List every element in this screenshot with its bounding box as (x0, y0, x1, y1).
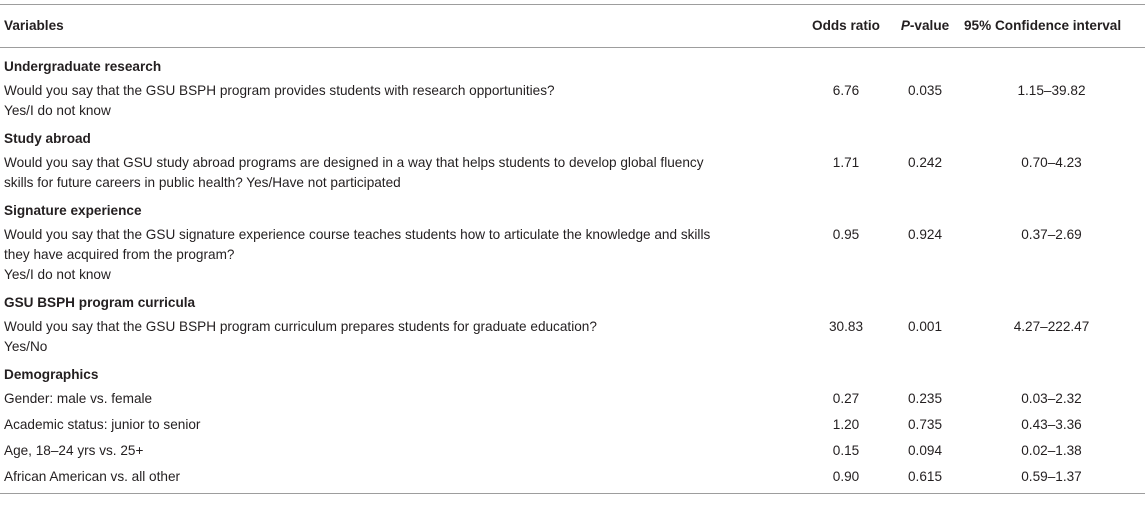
variable-cell: Would you say that the GSU signature exp… (0, 222, 800, 288)
table-row: Gender: male vs. female 0.27 0.235 0.03–2.3… (0, 386, 1145, 412)
odds-ratio-cell: 0.95 (832, 227, 860, 242)
variable-text-line: skills for future careers in public heal… (4, 175, 401, 190)
section-header-row: Signature experience (0, 196, 1145, 222)
section-title: Signature experience (4, 203, 142, 218)
section-title: Demographics (4, 367, 99, 382)
variable-text-line: Would you say that the GSU BSPH program … (4, 319, 597, 334)
confidence-interval-cell: 1.15–39.82 (1017, 83, 1086, 98)
confidence-interval-cell: 0.70–4.23 (1021, 155, 1082, 170)
variable-cell: Gender: male vs. female (0, 386, 800, 412)
header-p-value: P-value (892, 4, 958, 48)
variable-text-line: Yes/I do not know (4, 103, 111, 118)
table-body: Undergraduate research Would you say that… (0, 48, 1145, 494)
variable-text-line: Academic status: junior to senior (4, 417, 201, 432)
variable-text-line: African American vs. all other (4, 469, 181, 484)
variable-text-line: Yes/No (4, 339, 48, 354)
confidence-interval-cell: 0.02–1.38 (1021, 443, 1082, 458)
variable-text-line: Age, 18–24 yrs vs. 25+ (4, 443, 144, 458)
table-row: African American vs. all other 0.90 0.615 0… (0, 464, 1145, 494)
header-odds-ratio: Odds ratio (800, 4, 892, 48)
variable-cell: African American vs. all other (0, 464, 800, 494)
confidence-interval-cell: 4.27–222.47 (1013, 319, 1090, 334)
p-value-cell: 0.035 (907, 83, 943, 98)
odds-ratio-cell: 6.76 (832, 83, 860, 98)
variable-text-line: they have acquired from the program? (4, 247, 235, 262)
header-row: Variables Odds ratio P-value 95% Confide… (0, 4, 1145, 48)
variable-cell: Age, 18–24 yrs vs. 25+ (0, 438, 800, 464)
variable-text-line: Yes/I do not know (4, 267, 111, 282)
p-value-cell: 0.242 (907, 155, 943, 170)
p-value-cell: 0.615 (892, 464, 958, 494)
section-header-row: Demographics (0, 360, 1145, 386)
confidence-interval-cell: 0.03–2.32 (1021, 391, 1082, 406)
variable-cell: Would you say that GSU study abroad prog… (0, 150, 800, 196)
header-p-value-suffix: -value (909, 18, 950, 33)
confidence-interval-cell: 0.43–3.36 (1021, 417, 1082, 432)
odds-ratio-cell: 0.15 (832, 443, 860, 458)
odds-ratio-cell: 1.71 (832, 155, 860, 170)
odds-ratio-cell: 1.20 (832, 417, 860, 432)
p-value-cell: 0.924 (907, 227, 943, 242)
variable-cell: Academic status: junior to senior (0, 412, 800, 438)
header-p-value-letter: P (900, 18, 910, 33)
section-header-row: GSU BSPH program curricula (0, 288, 1145, 314)
p-value-cell: 0.235 (907, 391, 943, 406)
table-row: Would you say that the GSU BSPH program … (0, 314, 1145, 360)
variable-text-line: Gender: male vs. female (4, 391, 153, 406)
table-row: Would you say that the GSU signature exp… (0, 222, 1145, 288)
variable-text-line: Would you say that the GSU signature exp… (4, 227, 711, 242)
table-row: Would you say that the GSU BSPH program … (0, 78, 1145, 124)
p-value-cell: 0.094 (907, 443, 943, 458)
section-title: Study abroad (4, 131, 91, 146)
table-row: Age, 18–24 yrs vs. 25+ 0.15 0.094 0.02–1.38 (0, 438, 1145, 464)
table-row: Would you say that GSU study abroad prog… (0, 150, 1145, 196)
variable-text-line: Would you say that the GSU BSPH program … (4, 83, 555, 98)
table-header: Variables Odds ratio P-value 95% Confide… (0, 4, 1145, 48)
table-row: Academic status: junior to senior 1.20 0.7… (0, 412, 1145, 438)
header-confidence-interval: 95% Confidence interval (958, 4, 1145, 48)
odds-ratio-cell: 0.90 (800, 464, 892, 494)
variable-text-line: Would you say that GSU study abroad prog… (4, 155, 704, 170)
variable-cell: Would you say that the GSU BSPH program … (0, 78, 800, 124)
variable-cell: Would you say that the GSU BSPH program … (0, 314, 800, 360)
section-header-row: Study abroad (0, 124, 1145, 150)
odds-ratio-cell: 0.27 (832, 391, 860, 406)
header-variables: Variables (0, 4, 800, 48)
confidence-interval-cell: 0.59–1.37 (958, 464, 1145, 494)
odds-ratio-table: Variables Odds ratio P-value 95% Confide… (0, 4, 1145, 494)
section-header-row: Undergraduate research (0, 48, 1145, 79)
confidence-interval-cell: 0.37–2.69 (1021, 227, 1082, 242)
results-table-container: Variables Odds ratio P-value 95% Confide… (0, 0, 1145, 516)
p-value-cell: 0.735 (907, 417, 943, 432)
odds-ratio-cell: 30.83 (828, 319, 864, 334)
p-value-cell: 0.001 (907, 319, 943, 334)
section-title: GSU BSPH program curricula (4, 295, 196, 310)
section-title: Undergraduate research (4, 59, 162, 74)
